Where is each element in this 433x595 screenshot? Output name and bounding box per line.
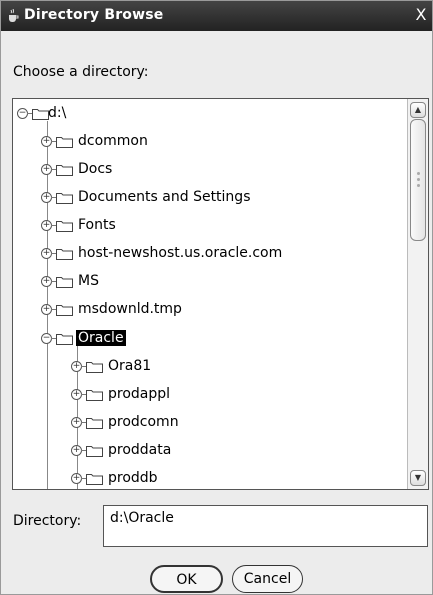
folder-icon xyxy=(56,165,73,176)
directory-field[interactable]: d:\Oracle xyxy=(103,505,428,547)
folder-icon xyxy=(56,249,73,260)
vertical-scrollbar[interactable]: ▲ ▼ xyxy=(407,99,428,489)
directory-browse-dialog: Directory Browse X Choose a directory: −… xyxy=(0,0,433,595)
directory-tree[interactable]: − d:\ + dcommon + Docs + Documents and S… xyxy=(13,99,407,489)
folder-icon xyxy=(56,277,73,288)
folder-icon xyxy=(56,334,73,345)
tree-node-label: Documents and Settings xyxy=(78,189,251,205)
close-button[interactable]: X xyxy=(414,7,428,23)
cancel-button[interactable]: Cancel xyxy=(232,565,303,593)
tree-node-label: proddata xyxy=(108,442,172,458)
title-bar[interactable]: Directory Browse X xyxy=(1,1,432,31)
tree-node-label-selected: Oracle xyxy=(76,330,126,346)
window-title: Directory Browse xyxy=(24,7,164,23)
choose-directory-prompt: Choose a directory: xyxy=(13,64,149,80)
tree-node-label: Docs xyxy=(78,161,113,177)
tree-node-label: proddb xyxy=(108,470,158,486)
tree-node-label: prodcomn xyxy=(108,414,179,430)
folder-icon xyxy=(56,193,73,204)
tree-node-label: Fonts xyxy=(78,217,116,233)
tree-connector-line xyxy=(47,339,48,489)
tree-node-label: Ora81 xyxy=(108,358,152,374)
tree-node-label: prodappl xyxy=(108,386,171,402)
grip-icon xyxy=(417,184,420,187)
tree-node-label: msdownld.tmp xyxy=(78,301,182,317)
tree-node-label: d:\ xyxy=(48,105,67,121)
folder-icon xyxy=(56,305,73,316)
grip-icon xyxy=(417,178,420,181)
tree-node-label: host-newshost.us.oracle.com xyxy=(78,245,283,261)
folder-icon xyxy=(56,137,73,148)
ok-button[interactable]: OK xyxy=(150,565,223,593)
folder-icon xyxy=(86,446,103,457)
scroll-down-button[interactable]: ▼ xyxy=(410,470,426,486)
directory-tree-panel: − d:\ + dcommon + Docs + Documents and S… xyxy=(12,98,429,490)
folder-icon xyxy=(86,474,103,485)
tree-node-label: MS xyxy=(78,273,99,289)
scroll-up-button[interactable]: ▲ xyxy=(410,102,426,118)
folder-icon xyxy=(86,390,103,401)
grip-icon xyxy=(417,172,420,175)
tree-node-label: dcommon xyxy=(78,133,148,149)
folder-icon xyxy=(86,362,103,373)
java-cup-icon xyxy=(9,9,19,22)
folder-icon xyxy=(86,418,103,429)
scroll-thumb[interactable] xyxy=(410,119,426,241)
folder-icon xyxy=(56,221,73,232)
directory-label: Directory: xyxy=(13,513,82,529)
